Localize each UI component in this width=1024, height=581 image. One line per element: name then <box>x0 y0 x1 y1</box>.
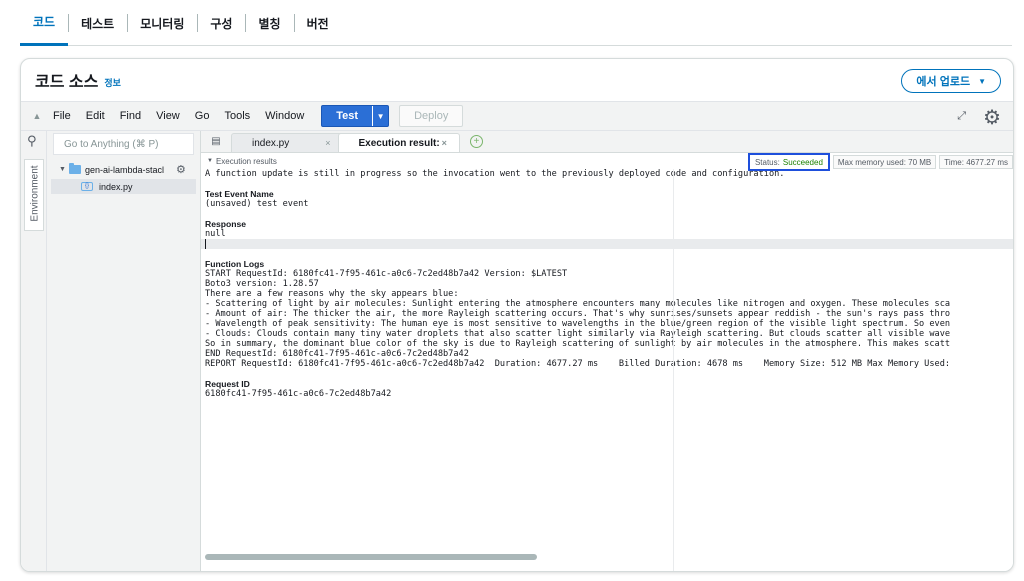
test-event-value: (unsaved) test event <box>205 199 309 209</box>
menu-find[interactable]: Find <box>120 110 141 122</box>
go-to-anything-input[interactable]: Go to Anything (⌘ P) <box>53 133 194 155</box>
info-link[interactable]: 정보 <box>104 76 121 89</box>
status-row: Status: Succeeded Max memory used: 70 MB… <box>747 153 1013 171</box>
editor-area: ▤ index.py × Execution result: × + ▼ Exe… <box>201 131 1013 571</box>
folder-icon <box>68 163 81 174</box>
code-source-panel: 코드 소스 정보 에서 업로드 ▼ ▲ File Edit Find View … <box>20 58 1014 572</box>
collapse-up-icon[interactable]: ▲ <box>21 111 53 121</box>
file-tree: Go to Anything (⌘ P) ▼ gen-ai-lambda-sta… <box>47 131 201 571</box>
log-line: - Scattering of light by air molecules: … <box>205 299 951 309</box>
function-logs-title: Function Logs <box>205 259 265 269</box>
log-line: - Wavelength of peak sensitivity: The hu… <box>205 319 951 329</box>
test-button[interactable]: Test ▼ <box>321 105 390 127</box>
request-id-title: Request ID <box>205 379 250 389</box>
editor-tab-execution-results[interactable]: Execution result: × <box>337 133 460 152</box>
environment-tab[interactable]: Environment <box>24 159 44 231</box>
environment-label: Environment <box>29 165 41 222</box>
editor-tab-label: index.py <box>252 137 290 149</box>
horizontal-scrollbar[interactable] <box>205 554 537 560</box>
panel-title: 코드 소스 <box>35 74 99 91</box>
test-dropdown-icon[interactable]: ▼ <box>372 106 388 126</box>
editor-tab-label: Execution result: <box>358 137 440 149</box>
python-file-icon: {} <box>81 182 93 191</box>
upload-label: 에서 업로드 <box>916 76 971 88</box>
fullscreen-icon[interactable]: ⤢ <box>957 110 966 123</box>
test-event-title: Test Event Name <box>205 189 274 199</box>
menu-tools[interactable]: Tools <box>224 110 250 122</box>
time-badge: Time: 4677.27 ms <box>939 155 1013 169</box>
tab-versions[interactable]: 버전 <box>293 10 342 36</box>
caret-down-icon: ▼ <box>978 76 986 86</box>
log-line: Boto3 version: 1.28.57 <box>205 279 319 289</box>
tab-monitoring[interactable]: 모니터링 <box>127 10 197 36</box>
tree-file[interactable]: {} index.py <box>51 179 196 194</box>
print-margin-line <box>673 169 674 571</box>
close-icon[interactable]: × <box>442 138 447 148</box>
folder-name: gen-ai-lambda-stacl <box>84 164 164 175</box>
log-line: REPORT RequestId: 6180fc41-7f95-461c-a0c… <box>205 359 951 369</box>
file-name: index.py <box>99 181 133 192</box>
menu-view[interactable]: View <box>156 110 180 122</box>
caret-down-icon: ▼ <box>207 158 213 164</box>
status-value: Succeeded <box>782 157 823 167</box>
editor-tab-bar: ▤ index.py × Execution result: × + <box>201 131 1013 153</box>
folder-gear-icon[interactable]: ⚙ <box>176 163 186 176</box>
caret-down-icon[interactable]: ▼ <box>59 166 66 173</box>
log-line: - Amount of air: The thicker the air, th… <box>205 309 951 319</box>
menu-go[interactable]: Go <box>195 110 210 122</box>
top-tab-bar: 코드 테스트 모니터링 구성 별칭 버전 <box>20 10 1012 46</box>
response-value: null <box>205 229 226 239</box>
execution-results-pane: ▼ Execution results Status: Succeeded Ma… <box>201 153 1013 571</box>
settings-gear-icon[interactable]: ⚙ <box>983 105 1001 130</box>
search-icon[interactable]: ⚲ <box>27 133 37 149</box>
tab-configuration[interactable]: 구성 <box>197 10 245 36</box>
log-line: - Clouds: Clouds contain many tiny water… <box>205 329 951 339</box>
ide-body: ⚲ Environment Go to Anything (⌘ P) ▼ gen… <box>21 131 1013 571</box>
ide-menubar: ▲ File Edit Find View Go Tools Window Te… <box>21 101 1013 131</box>
close-icon[interactable]: × <box>325 138 330 148</box>
log-line: So in summary, the dominant blue color o… <box>205 339 951 349</box>
max-memory-badge: Max memory used: 70 MB <box>832 155 937 169</box>
ide-sidebar: ⚲ Environment <box>21 131 47 571</box>
menu-window[interactable]: Window <box>265 110 304 122</box>
status-label: Status: <box>754 157 780 167</box>
request-id-value: 6180fc41-7f95-461c-a0c6-7c2ed48b7a42 <box>205 389 392 399</box>
response-title: Response <box>205 219 247 229</box>
pane-menu-icon[interactable]: ▤ <box>201 130 231 152</box>
tree-folder[interactable]: ▼ gen-ai-lambda-stacl ⚙ <box>47 163 200 176</box>
menu-file[interactable]: File <box>53 110 71 122</box>
editor-tab-index[interactable]: index.py × <box>231 133 344 152</box>
log-line: END RequestId: 6180fc41-7f95-461c-a0c6-7… <box>205 349 469 359</box>
status-badge: Status: Succeeded <box>747 153 830 171</box>
execution-results-title: Execution results <box>215 156 277 166</box>
deploy-button[interactable]: Deploy <box>399 105 464 127</box>
cursor-line[interactable] <box>201 239 1013 249</box>
panel-header: 코드 소스 정보 <box>21 59 1013 101</box>
tab-aliases[interactable]: 별칭 <box>245 10 293 36</box>
test-label: Test <box>336 110 359 122</box>
new-tab-plus-icon[interactable]: + <box>469 135 483 148</box>
log-line: START RequestId: 6180fc41-7f95-461c-a0c6… <box>205 269 568 279</box>
upload-from-button[interactable]: 에서 업로드 ▼ <box>901 69 1001 93</box>
tab-test[interactable]: 테스트 <box>68 10 127 36</box>
menu-edit[interactable]: Edit <box>86 110 105 122</box>
log-line: There are a few reasons why the sky appe… <box>205 289 459 299</box>
tab-code[interactable]: 코드 <box>20 10 69 46</box>
